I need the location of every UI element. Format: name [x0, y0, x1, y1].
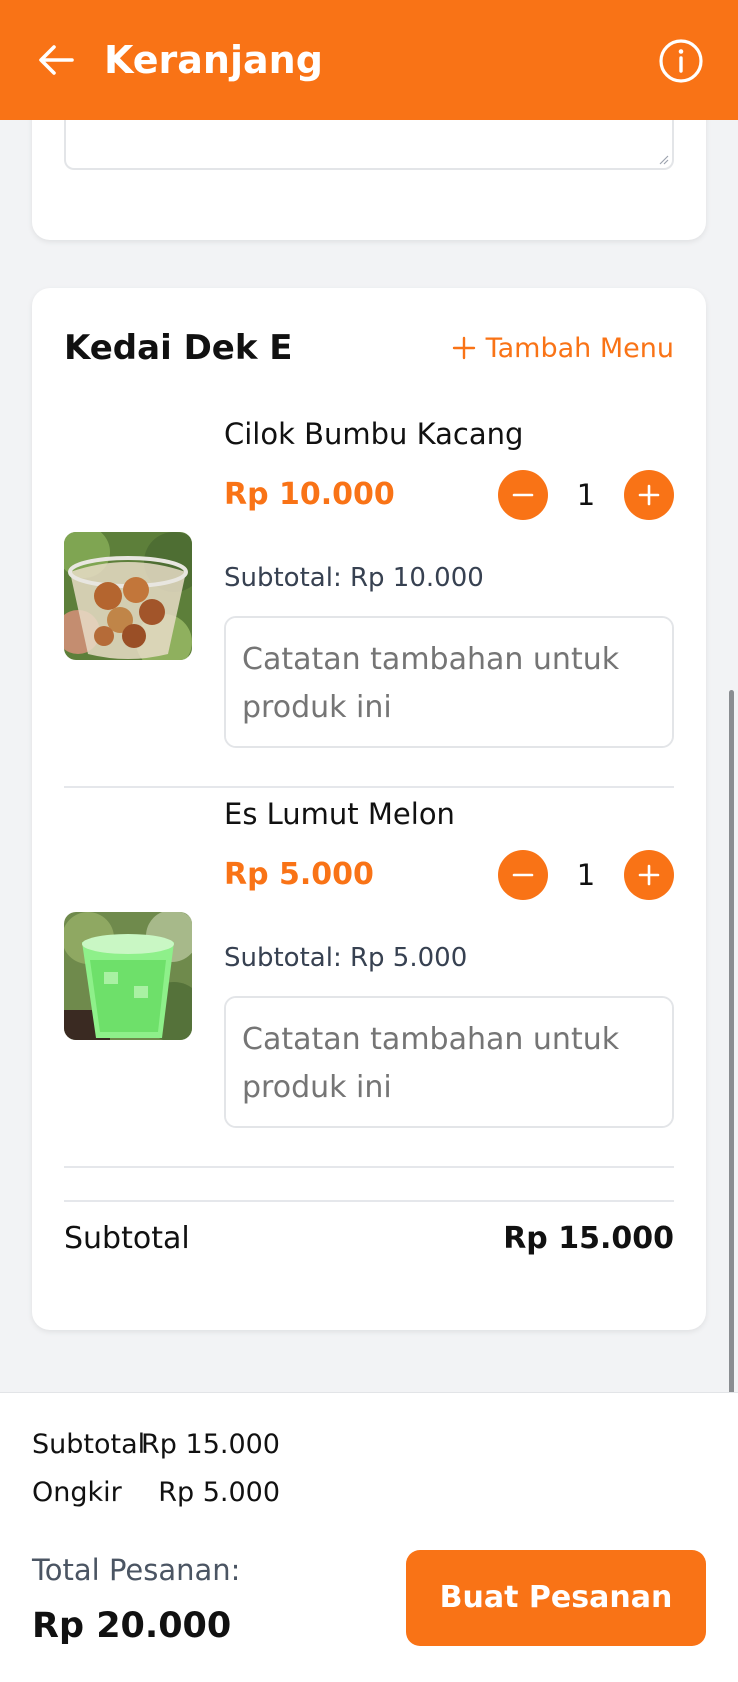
product-price: Rp 5.000	[224, 857, 374, 892]
plus-icon	[638, 864, 660, 886]
order-total-label: Total Pesanan:	[32, 1553, 241, 1587]
app-bar: Keranjang	[0, 0, 738, 120]
quantity-value: 1	[576, 478, 596, 512]
resize-handle-icon[interactable]	[657, 153, 669, 165]
order-total-value: Rp 20.000	[32, 1606, 232, 1646]
product-image	[64, 912, 192, 1040]
quantity-value: 1	[576, 858, 596, 892]
info-circle-icon[interactable]	[658, 38, 704, 84]
product-price: Rp 10.000	[224, 477, 395, 512]
place-order-button[interactable]: Buat Pesanan	[406, 1550, 706, 1646]
cart-item: Es Lumut Melon Rp 5.000 1 Subtotal: Rp 5…	[64, 668, 674, 1128]
minus-icon	[512, 873, 534, 877]
increase-quantity-button[interactable]	[624, 470, 674, 520]
product-name: Es Lumut Melon	[224, 797, 455, 831]
product-subtotal: Subtotal: Rp 10.000	[224, 563, 484, 593]
product-subtotal: Subtotal: Rp 5.000	[224, 943, 468, 973]
store-subtotal-label: Subtotal	[64, 1221, 190, 1256]
quantity-stepper: 1	[498, 850, 674, 900]
summary-subtotal-label: Subtotal	[32, 1429, 146, 1460]
decrease-quantity-button[interactable]	[498, 470, 548, 520]
plus-icon	[638, 484, 660, 506]
increase-quantity-button[interactable]	[624, 850, 674, 900]
quantity-stepper: 1	[498, 470, 674, 520]
store-card: Kedai Dek E Tambah Menu Cilok Bumbu Kaca…	[32, 288, 706, 1330]
store-subtotal-value: Rp 15.000	[503, 1221, 674, 1256]
product-name: Cilok Bumbu Kacang	[224, 417, 524, 451]
summary-subtotal-value: Rp 15.000	[141, 1429, 280, 1460]
page-title: Keranjang	[104, 38, 323, 82]
arrow-left-icon[interactable]	[36, 38, 76, 82]
subtotal-divider	[64, 1200, 674, 1202]
cart-content: Kedai Dek E Tambah Menu Cilok Bumbu Kaca…	[0, 0, 738, 1392]
product-image	[64, 532, 192, 660]
minus-icon	[512, 493, 534, 497]
decrease-quantity-button[interactable]	[498, 850, 548, 900]
product-note-input[interactable]	[224, 996, 674, 1128]
summary-shipping-value: Rp 5.000	[158, 1477, 280, 1508]
item-divider	[64, 1166, 674, 1168]
summary-shipping-label: Ongkir	[32, 1477, 122, 1508]
